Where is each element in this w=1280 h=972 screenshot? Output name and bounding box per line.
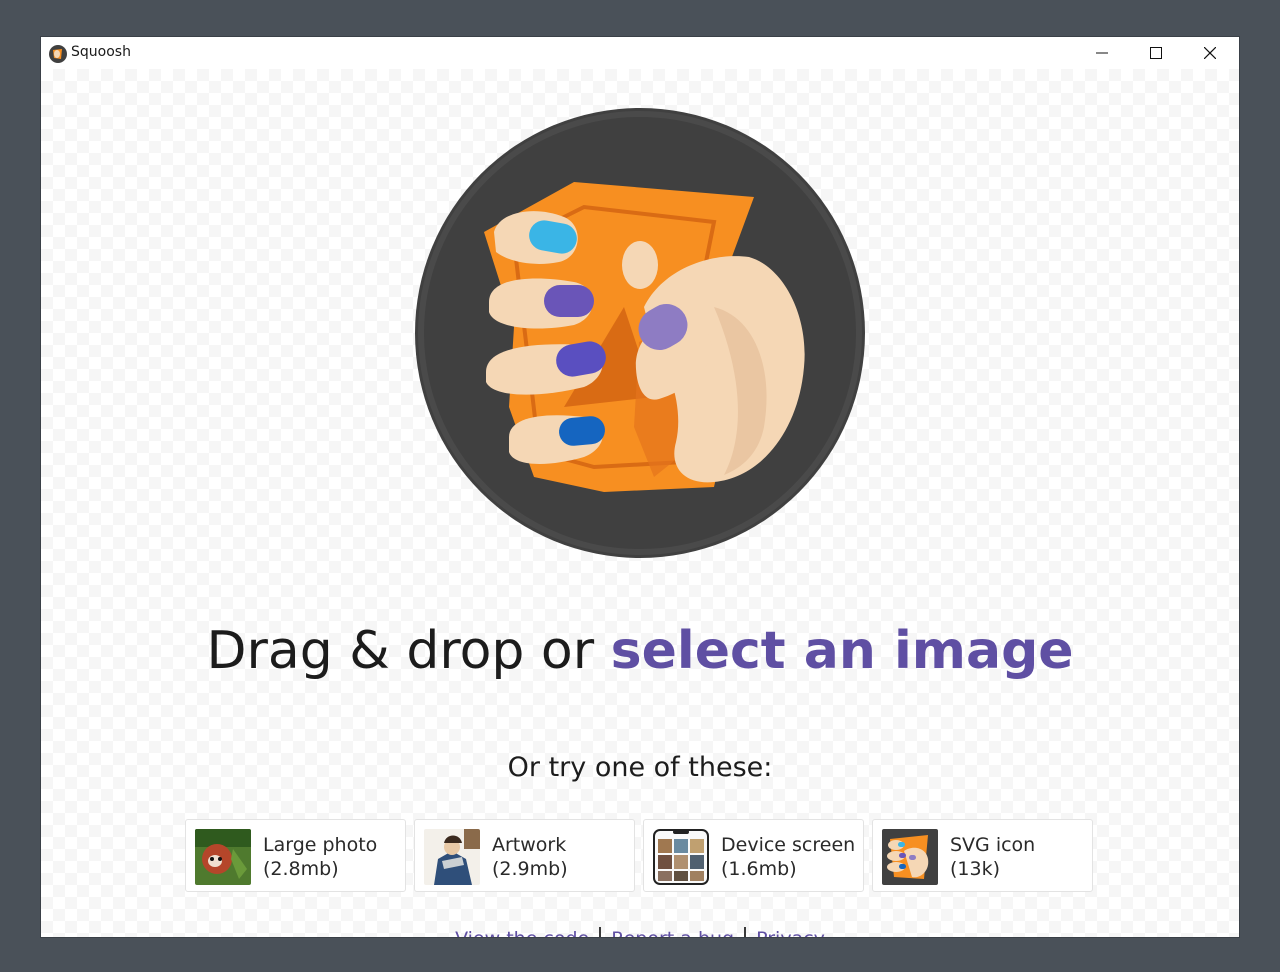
svg-icon-thumbnail: [882, 829, 938, 885]
report-bug-link[interactable]: Report a bug: [611, 928, 734, 937]
demo-device-screen[interactable]: Device screen (1.6mb): [643, 819, 864, 892]
demo-subheading: Or try one of these:: [507, 752, 773, 783]
demo-artwork[interactable]: Artwork (2.9mb): [414, 819, 635, 892]
footer-links: View the code Report a bug Privacy: [41, 927, 1239, 937]
device-screen-thumbnail: [653, 829, 709, 885]
drop-headline: Drag & drop or select an image: [41, 621, 1239, 681]
squoosh-hand-logo: [415, 108, 865, 558]
squoosh-logo-icon: [49, 45, 67, 63]
footer-divider: [744, 927, 747, 937]
demo-size: (1.6mb): [721, 858, 797, 880]
minimize-icon: [1096, 52, 1108, 54]
demo-name: SVG icon: [950, 834, 1036, 856]
footer-divider: [599, 927, 602, 937]
view-code-link[interactable]: View the code: [455, 928, 589, 937]
maximize-button[interactable]: [1129, 37, 1183, 69]
demo-large-photo[interactable]: Large photo (2.8mb): [185, 819, 406, 892]
app-window: Squoosh Drag & drop or select an image O…: [41, 37, 1239, 937]
close-button[interactable]: [1183, 37, 1237, 69]
title-bar[interactable]: Squoosh: [41, 37, 1239, 69]
close-icon: [1204, 47, 1216, 59]
demo-svg-icon[interactable]: SVG icon (13k): [872, 819, 1093, 892]
red-panda-thumbnail: [195, 829, 251, 885]
select-image-link[interactable]: select an image: [611, 621, 1074, 681]
demo-list: Large photo (2.8mb) Artwork (2.9mb) Devi…: [185, 819, 1095, 893]
demo-name: Artwork: [492, 834, 567, 856]
demo-name: Device screen: [721, 834, 856, 856]
demo-name: Large photo: [263, 834, 378, 856]
demo-size: (2.9mb): [492, 858, 568, 880]
demo-size: (2.8mb): [263, 858, 339, 880]
artwork-thumbnail: [424, 829, 480, 885]
headline-prefix: Drag & drop or: [206, 621, 611, 681]
privacy-link[interactable]: Privacy: [756, 928, 825, 937]
window-title: Squoosh: [71, 44, 131, 60]
minimize-button[interactable]: [1075, 37, 1129, 69]
demo-size: (13k): [950, 858, 1001, 880]
intro-screen[interactable]: Drag & drop or select an image Or try on…: [41, 69, 1239, 937]
maximize-icon: [1150, 47, 1162, 59]
